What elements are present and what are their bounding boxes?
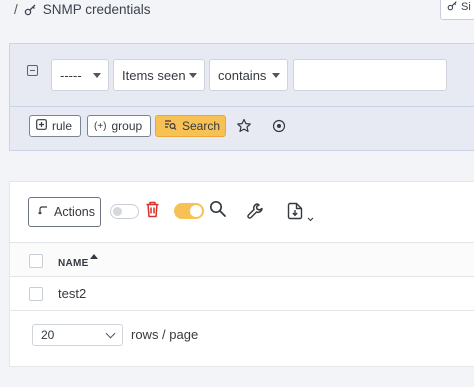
criteria-value-input[interactable] bbox=[293, 59, 447, 91]
key-icon bbox=[447, 0, 458, 14]
caret-down-icon bbox=[93, 73, 101, 78]
actions-label: Actions bbox=[54, 205, 95, 219]
search-label: Search bbox=[182, 119, 221, 133]
display-toggle[interactable] bbox=[174, 203, 204, 219]
caret-down-icon bbox=[272, 73, 280, 78]
key-icon bbox=[24, 3, 37, 16]
search-button[interactable]: Search bbox=[155, 115, 226, 137]
criteria-operator-value: contains bbox=[218, 67, 267, 83]
trash-icon[interactable] bbox=[145, 201, 160, 223]
search-list-icon bbox=[164, 119, 177, 134]
criteria-row: ----- Items seen contains bbox=[10, 44, 474, 106]
breadcrumb: / SNMP credentials bbox=[14, 2, 151, 17]
plus-square-icon bbox=[36, 119, 47, 133]
results-panel: Actions NAME test2 20 rows / page bbox=[9, 181, 474, 367]
top-bar: / SNMP credentials Si bbox=[0, 0, 474, 24]
criteria-link-value: ----- bbox=[60, 67, 82, 83]
breadcrumb-separator: / bbox=[14, 2, 18, 17]
collapse-icon[interactable] bbox=[27, 65, 38, 76]
add-rule-label: rule bbox=[52, 119, 73, 133]
rows-per-page-label: rows / page bbox=[131, 327, 199, 342]
criteria-link-select[interactable]: ----- bbox=[51, 59, 109, 91]
select-all-checkbox[interactable] bbox=[29, 254, 43, 268]
page-size-select[interactable]: 20 bbox=[32, 324, 123, 346]
wrench-icon[interactable] bbox=[246, 202, 264, 225]
add-group-button[interactable]: (+) group bbox=[87, 115, 151, 137]
chevron-down-icon[interactable] bbox=[307, 209, 314, 227]
add-rule-button[interactable]: rule bbox=[29, 115, 81, 137]
target-icon[interactable] bbox=[272, 119, 286, 138]
criteria-actions: rule (+) group Search bbox=[10, 106, 474, 153]
export-icon[interactable] bbox=[287, 202, 303, 225]
actions-arrow-icon bbox=[38, 205, 49, 219]
show-deleted-toggle[interactable] bbox=[110, 204, 139, 219]
page-size-value: 20 bbox=[41, 328, 55, 342]
header-action-button[interactable]: Si bbox=[440, 0, 474, 20]
caret-down-icon bbox=[189, 73, 197, 78]
criteria-field-select[interactable]: Items seen bbox=[113, 59, 205, 91]
page-title: SNMP credentials bbox=[42, 2, 151, 17]
actions-button[interactable]: Actions bbox=[28, 197, 101, 227]
table-header: NAME bbox=[10, 242, 474, 277]
header-action-label: Si bbox=[461, 1, 471, 13]
criteria-field-value: Items seen bbox=[122, 67, 186, 83]
row-name-link[interactable]: test2 bbox=[58, 286, 86, 301]
criteria-operator-select[interactable]: contains bbox=[209, 59, 288, 91]
add-group-label: group bbox=[111, 119, 143, 133]
search-criteria-panel: ----- Items seen contains rule (+) group bbox=[9, 43, 474, 151]
row-checkbox[interactable] bbox=[29, 287, 43, 301]
chevron-down-icon bbox=[105, 328, 116, 339]
group-icon: (+) bbox=[94, 120, 107, 132]
sort-asc-icon bbox=[90, 254, 98, 259]
search-icon[interactable] bbox=[209, 200, 227, 223]
star-icon[interactable] bbox=[236, 118, 252, 139]
table-row: test2 bbox=[10, 277, 474, 311]
column-header-name[interactable]: NAME bbox=[58, 258, 89, 269]
